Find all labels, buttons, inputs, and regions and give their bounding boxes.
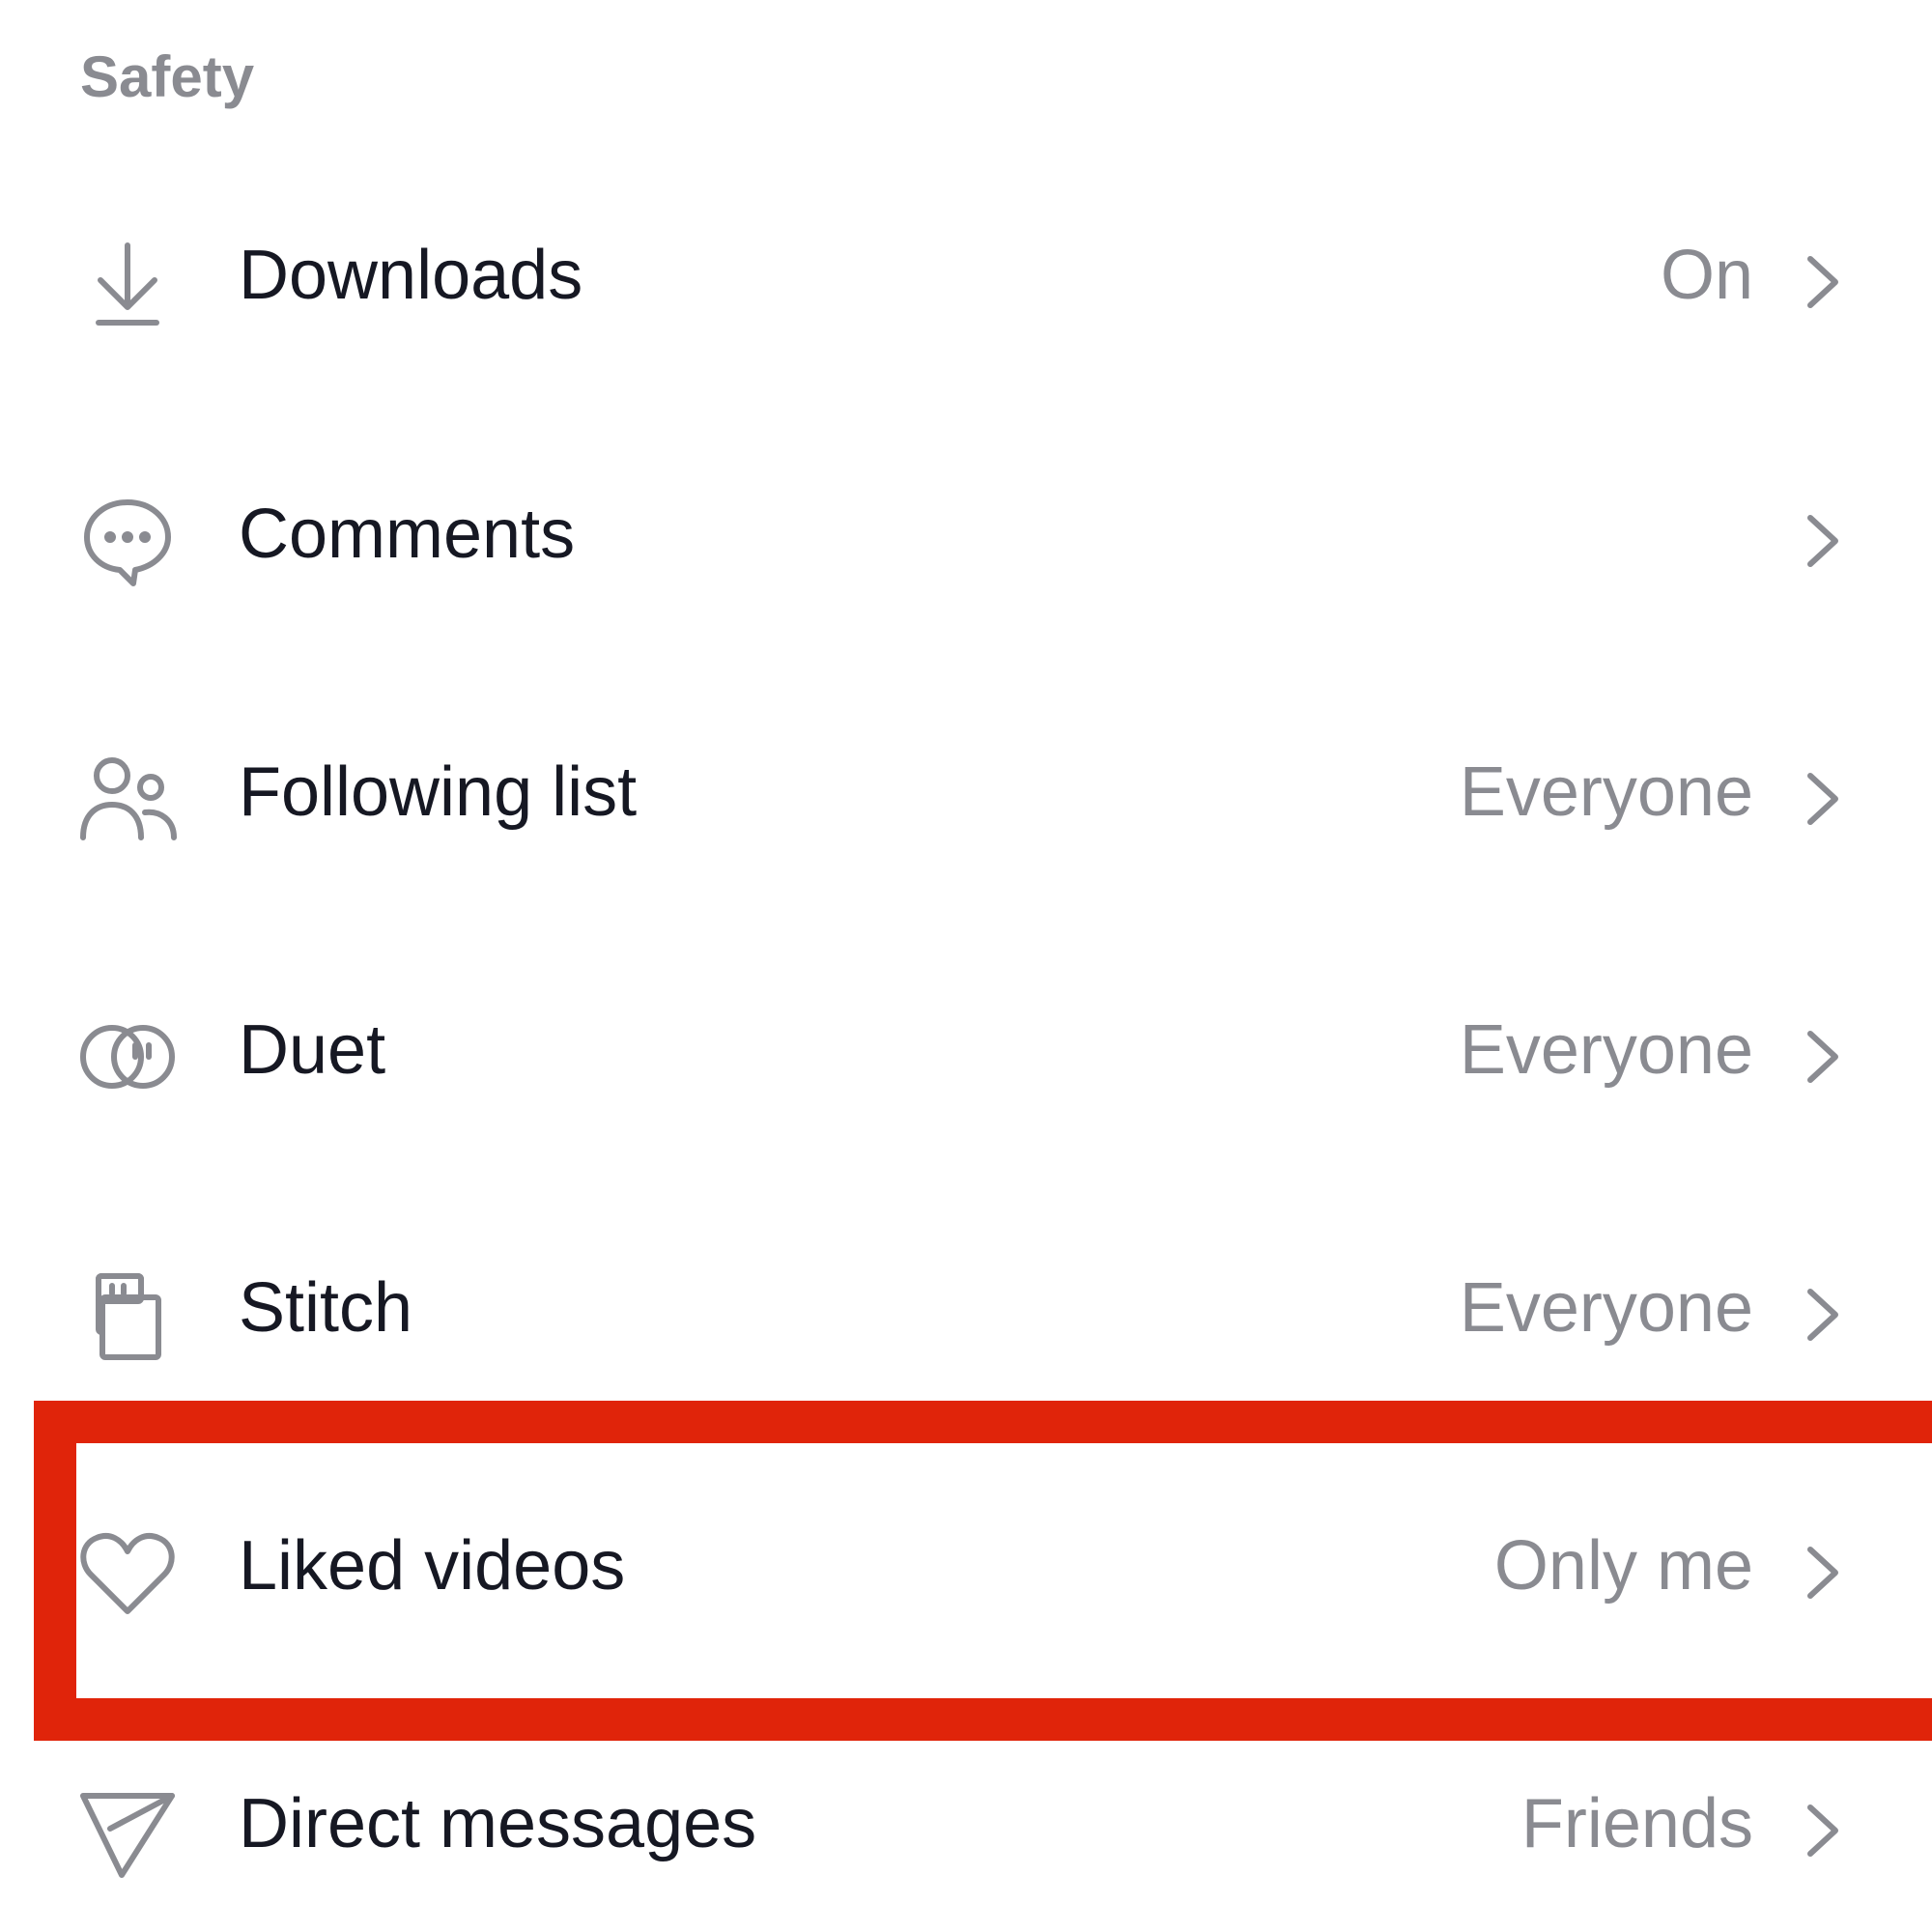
setting-value: Friends	[1520, 1785, 1753, 1862]
setting-label: Following list	[239, 753, 638, 831]
setting-row-stitch[interactable]: Stitch Everyone	[0, 1231, 1932, 1385]
chevron-right-icon	[1799, 510, 1847, 572]
people-icon	[77, 749, 178, 849]
comment-icon	[77, 491, 178, 591]
chevron-right-icon	[1799, 1542, 1847, 1604]
setting-label: Stitch	[239, 1269, 413, 1347]
section-title: Safety	[80, 44, 255, 109]
chevron-right-icon	[1799, 1026, 1847, 1088]
setting-label: Downloads	[239, 237, 583, 314]
download-icon	[77, 232, 178, 332]
chevron-right-icon	[1799, 251, 1847, 313]
setting-value: On	[1660, 237, 1753, 314]
heart-icon	[77, 1522, 178, 1623]
setting-value: Only me	[1493, 1527, 1753, 1605]
setting-row-direct-messages[interactable]: Direct messages Friends	[0, 1747, 1932, 1901]
setting-row-comments[interactable]: Comments	[0, 457, 1932, 611]
duet-icon	[77, 1007, 178, 1107]
setting-value: Everyone	[1459, 1011, 1753, 1089]
setting-label: Comments	[239, 496, 576, 573]
chevron-right-icon	[1799, 1284, 1847, 1346]
setting-label: Liked videos	[239, 1527, 626, 1605]
setting-label: Duet	[239, 1011, 386, 1089]
chevron-right-icon	[1799, 1800, 1847, 1861]
chevron-right-icon	[1799, 768, 1847, 830]
send-icon	[77, 1780, 178, 1881]
setting-row-liked-videos[interactable]: Liked videos Only me	[0, 1489, 1932, 1643]
setting-value: Everyone	[1459, 753, 1753, 831]
stitch-icon	[77, 1264, 178, 1365]
setting-row-downloads[interactable]: Downloads On	[0, 198, 1932, 353]
setting-row-following-list[interactable]: Following list Everyone	[0, 715, 1932, 869]
setting-row-duet[interactable]: Duet Everyone	[0, 973, 1932, 1127]
setting-label: Direct messages	[239, 1785, 757, 1862]
setting-value: Everyone	[1459, 1269, 1753, 1347]
